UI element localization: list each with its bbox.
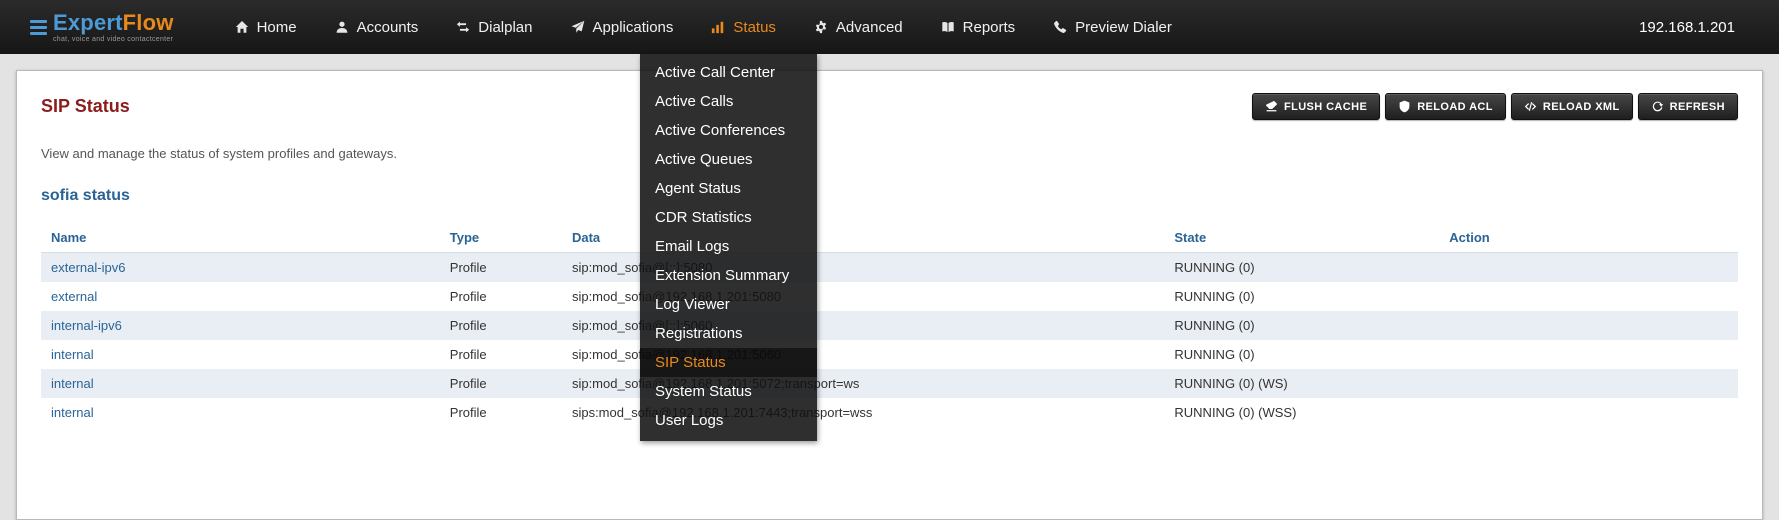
menu-item-extension-summary[interactable]: Extension Summary bbox=[640, 261, 817, 290]
nav-item-accounts[interactable]: Accounts bbox=[316, 0, 438, 54]
menu-item-registrations[interactable]: Registrations bbox=[640, 319, 817, 348]
table-row: external-ipv6 Profile sip:mod_sofia@[::]… bbox=[41, 253, 1738, 283]
state-cell: RUNNING (0) bbox=[1164, 311, 1439, 340]
profile-link[interactable]: internal bbox=[51, 347, 94, 362]
menu-item-email-logs[interactable]: Email Logs bbox=[640, 232, 817, 261]
column-header-type[interactable]: Type bbox=[440, 223, 562, 253]
nav-item-preview-dialer[interactable]: Preview Dialer bbox=[1034, 0, 1191, 54]
table-row: internal-ipv6 Profile sip:mod_sofia@[::]… bbox=[41, 311, 1738, 340]
nav-label: Advanced bbox=[836, 19, 903, 36]
nav-item-home[interactable]: Home bbox=[216, 0, 316, 54]
column-header-action[interactable]: Action bbox=[1439, 223, 1738, 253]
state-cell: RUNNING (0) (WSS) bbox=[1164, 398, 1439, 427]
toolbar: FLUSH CACHE RELOAD ACL RELOAD XML REFRES… bbox=[1252, 93, 1738, 120]
expertflow-logo[interactable]: ExpertFlow chat, voice and video contact… bbox=[30, 12, 174, 43]
nav-item-dialplan[interactable]: Dialplan bbox=[437, 0, 551, 54]
user-icon bbox=[335, 20, 349, 34]
type-cell: Profile bbox=[440, 282, 562, 311]
top-navbar: ExpertFlow chat, voice and video contact… bbox=[0, 0, 1779, 54]
state-cell: RUNNING (0) bbox=[1164, 282, 1439, 311]
page-title: SIP Status bbox=[41, 96, 130, 117]
action-cell bbox=[1439, 311, 1738, 340]
reload-acl-button[interactable]: RELOAD ACL bbox=[1385, 93, 1506, 120]
section-title-sofia-status: sofia status bbox=[41, 187, 1738, 205]
type-cell: Profile bbox=[440, 369, 562, 398]
type-cell: Profile bbox=[440, 398, 562, 427]
brand-tagline: chat, voice and video contactcenter bbox=[53, 36, 174, 43]
book-icon bbox=[941, 20, 955, 34]
action-cell bbox=[1439, 253, 1738, 283]
phone-icon bbox=[1053, 20, 1067, 34]
type-cell: Profile bbox=[440, 253, 562, 283]
reload-xml-button[interactable]: RELOAD XML bbox=[1511, 93, 1633, 120]
sip-status-card: SIP Status FLUSH CACHE RELOAD ACL RELOAD… bbox=[16, 70, 1763, 520]
table-row: internal Profile sips:mod_sofia@192.168.… bbox=[41, 398, 1738, 427]
menu-item-cdr-statistics[interactable]: CDR Statistics bbox=[640, 203, 817, 232]
profile-link[interactable]: internal bbox=[51, 405, 94, 420]
nav-label: Status bbox=[733, 19, 776, 36]
action-cell bbox=[1439, 340, 1738, 369]
type-cell: Profile bbox=[440, 340, 562, 369]
action-cell bbox=[1439, 398, 1738, 427]
action-cell bbox=[1439, 369, 1738, 398]
state-cell: RUNNING (0) bbox=[1164, 253, 1439, 283]
menu-item-active-calls[interactable]: Active Calls bbox=[640, 87, 817, 116]
nav-label: Preview Dialer bbox=[1075, 19, 1172, 36]
page-description: View and manage the status of system pro… bbox=[41, 146, 1738, 161]
column-header-name[interactable]: Name bbox=[41, 223, 440, 253]
state-cell: RUNNING (0) bbox=[1164, 340, 1439, 369]
shield-icon bbox=[1398, 100, 1411, 113]
state-cell: RUNNING (0) (WS) bbox=[1164, 369, 1439, 398]
nav-item-reports[interactable]: Reports bbox=[922, 0, 1035, 54]
type-cell: Profile bbox=[440, 311, 562, 340]
nav-label: Accounts bbox=[357, 19, 419, 36]
bar-chart-icon bbox=[711, 20, 725, 34]
menu-item-active-queues[interactable]: Active Queues bbox=[640, 145, 817, 174]
eraser-icon bbox=[1265, 100, 1278, 113]
menu-item-agent-status[interactable]: Agent Status bbox=[640, 174, 817, 203]
nav-item-advanced[interactable]: Advanced bbox=[795, 0, 922, 54]
server-ip: 192.168.1.201 bbox=[1639, 19, 1779, 36]
menu-item-user-logs[interactable]: User Logs bbox=[640, 406, 817, 435]
table-row: internal Profile sip:mod_sofia@192.168.1… bbox=[41, 369, 1738, 398]
profile-link[interactable]: internal bbox=[51, 376, 94, 391]
brand-name: ExpertFlow bbox=[53, 10, 174, 35]
action-cell bbox=[1439, 282, 1738, 311]
refresh-button[interactable]: REFRESH bbox=[1638, 93, 1738, 120]
profile-link[interactable]: external bbox=[51, 289, 97, 304]
profile-link[interactable]: internal-ipv6 bbox=[51, 318, 122, 333]
refresh-icon bbox=[1651, 100, 1664, 113]
menu-item-active-conferences[interactable]: Active Conferences bbox=[640, 116, 817, 145]
sofia-status-table: Name Type Data State Action external-ipv… bbox=[41, 223, 1738, 427]
nav-label: Applications bbox=[593, 19, 674, 36]
nav-item-status[interactable]: Status bbox=[692, 0, 795, 54]
paper-plane-icon bbox=[571, 20, 585, 34]
flush-cache-button[interactable]: FLUSH CACHE bbox=[1252, 93, 1380, 120]
menu-item-log-viewer[interactable]: Log Viewer bbox=[640, 290, 817, 319]
nav-label: Dialplan bbox=[478, 19, 532, 36]
menu-item-system-status[interactable]: System Status bbox=[640, 377, 817, 406]
gear-icon bbox=[814, 20, 828, 34]
profile-link[interactable]: external-ipv6 bbox=[51, 260, 125, 275]
home-icon bbox=[235, 20, 249, 34]
table-row: external Profile sip:mod_sofia@192.168.1… bbox=[41, 282, 1738, 311]
nav-label: Home bbox=[257, 19, 297, 36]
table-row: internal Profile sip:mod_sofia@192.168.1… bbox=[41, 340, 1738, 369]
table-header-row: Name Type Data State Action bbox=[41, 223, 1738, 253]
nav-label: Reports bbox=[963, 19, 1016, 36]
column-header-state[interactable]: State bbox=[1164, 223, 1439, 253]
status-dropdown-menu: Active Call Center Active Calls Active C… bbox=[640, 54, 817, 441]
code-icon bbox=[1524, 100, 1537, 113]
menu-item-active-call-center[interactable]: Active Call Center bbox=[640, 58, 817, 87]
logo-bars-icon bbox=[30, 20, 47, 35]
nav-item-applications[interactable]: Applications bbox=[552, 0, 693, 54]
menu-item-sip-status[interactable]: SIP Status bbox=[640, 348, 817, 377]
exchange-arrows-icon bbox=[456, 20, 470, 34]
